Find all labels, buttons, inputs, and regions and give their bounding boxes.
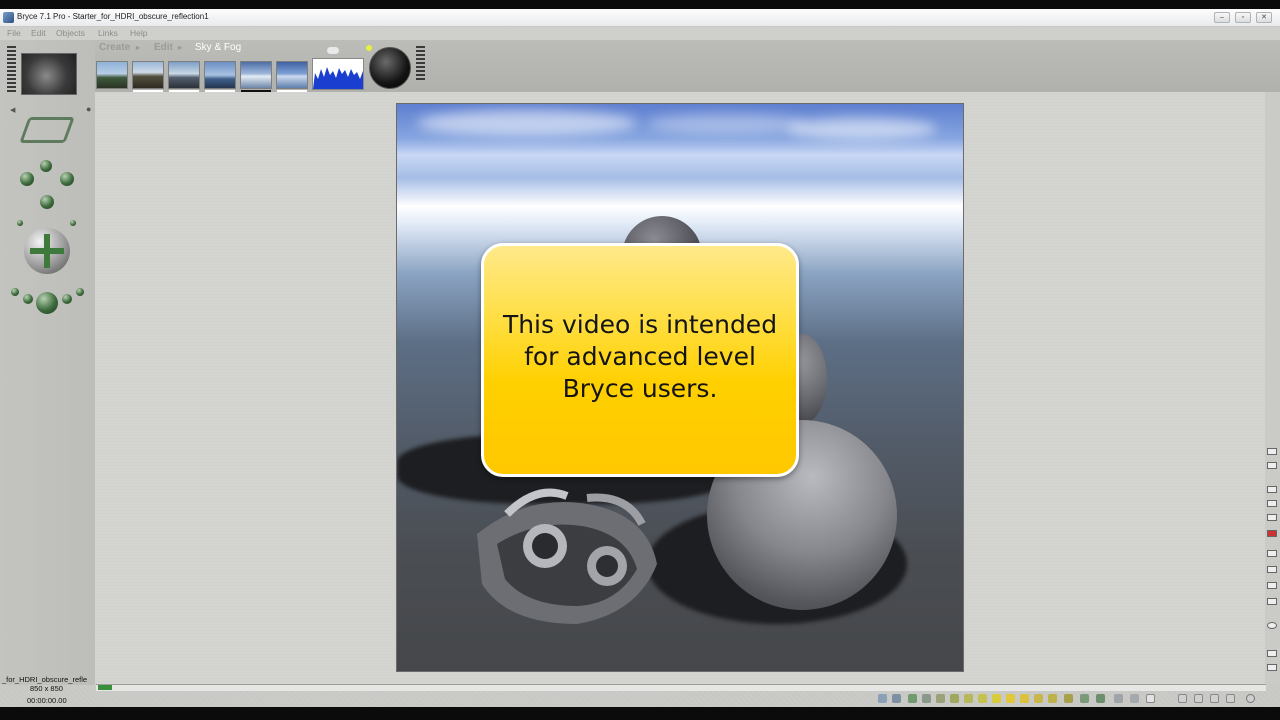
tab-create[interactable]: Create <box>99 42 130 53</box>
letterbox-top <box>0 0 1280 9</box>
memory-dot-icon[interactable] <box>878 694 887 703</box>
view-slider-icon[interactable] <box>7 46 16 94</box>
sky-cloud <box>647 114 807 134</box>
key-icon[interactable] <box>1096 694 1105 703</box>
key-icon[interactable] <box>1020 694 1029 703</box>
sky-preset-thumb[interactable] <box>168 61 200 92</box>
side-tool-icon[interactable] <box>1267 598 1277 605</box>
zoom-dot-icon[interactable] <box>76 288 84 296</box>
side-tool-icon[interactable] <box>1267 582 1277 589</box>
side-tool-icon[interactable] <box>1267 448 1277 455</box>
zoom-dot-icon[interactable] <box>11 288 19 296</box>
status-file-name: _for_HDRI_obscure_refle <box>2 675 88 684</box>
sky-preset-thumb[interactable] <box>276 61 308 92</box>
sun-control-icon[interactable] <box>369 47 411 89</box>
fog-graph[interactable] <box>312 58 364 90</box>
status-time-display: 00:00:00.00 <box>27 696 67 705</box>
status-document-size: 850 x 850 <box>30 684 63 693</box>
key-icon[interactable] <box>992 694 1001 703</box>
side-tool-icon[interactable] <box>1267 500 1277 507</box>
key-icon[interactable] <box>1146 694 1155 703</box>
camera-dot-icon[interactable] <box>17 220 23 226</box>
forward-button-icon[interactable] <box>1226 694 1235 703</box>
close-button[interactable]: ✕ <box>1256 12 1272 23</box>
menu-help[interactable]: Help <box>130 28 147 38</box>
menu-links[interactable]: Links <box>98 28 118 38</box>
animation-timeline[interactable] <box>96 684 1266 691</box>
timeline-scrubber[interactable] <box>98 685 112 690</box>
sky-preset-thumb[interactable] <box>240 61 272 92</box>
options-icon[interactable] <box>1246 694 1255 703</box>
play-button-icon[interactable] <box>1210 694 1219 703</box>
key-icon[interactable] <box>1080 694 1089 703</box>
camera-control-icon[interactable] <box>40 160 52 172</box>
sun-slider-icon[interactable] <box>416 46 425 82</box>
view-left-arrow-icon[interactable]: ◀ <box>10 106 15 114</box>
step-back-button-icon[interactable] <box>1194 694 1203 703</box>
key-icon[interactable] <box>964 694 973 703</box>
camera-control-icon[interactable] <box>60 172 74 186</box>
key-icon[interactable] <box>1048 694 1057 703</box>
side-tool-icon[interactable] <box>1267 566 1277 573</box>
add-key-icon[interactable] <box>908 694 917 703</box>
cloud-icon <box>327 47 339 54</box>
menu-file[interactable]: File <box>7 28 21 38</box>
side-tool-icon[interactable] <box>1267 514 1277 521</box>
sun-indicator-icon <box>366 45 372 51</box>
key-icon[interactable] <box>978 694 987 703</box>
animation-controls <box>878 692 1268 705</box>
sky-preset-thumb[interactable] <box>204 61 236 92</box>
view-dot-icon[interactable]: ● <box>86 104 91 114</box>
minimize-button[interactable]: – <box>1214 12 1230 23</box>
window-title: Bryce 7.1 Pro - Starter_for_HDRI_obscure… <box>17 12 209 21</box>
zoom-dot-icon[interactable] <box>23 294 33 304</box>
sky-preset-thumb[interactable] <box>96 61 128 89</box>
side-tool-icon[interactable] <box>1267 550 1277 557</box>
zoom-dot-icon[interactable] <box>62 294 72 304</box>
key-icon[interactable] <box>1006 694 1015 703</box>
side-tool-icon[interactable] <box>1267 622 1277 629</box>
memory-dot-icon[interactable] <box>892 694 901 703</box>
advanced-notice-callout: This video is intended for advanced leve… <box>481 243 799 477</box>
edit-arrow-icon: ▸ <box>178 43 183 52</box>
zoom-control-icon[interactable] <box>36 292 58 314</box>
key-icon[interactable] <box>1034 694 1043 703</box>
letterbox-bottom <box>0 707 1280 720</box>
trackball-icon[interactable] <box>19 117 75 143</box>
side-tool-icon[interactable] <box>1267 486 1277 493</box>
key-icon[interactable] <box>1114 694 1123 703</box>
key-icon[interactable] <box>950 694 959 703</box>
side-tool-icon[interactable] <box>1267 650 1277 657</box>
title-bar: Bryce 7.1 Pro - Starter_for_HDRI_obscure… <box>0 9 1280 27</box>
camera-view-thumb[interactable] <box>21 53 77 95</box>
side-tool-icon[interactable] <box>1267 664 1277 671</box>
camera-dot-icon[interactable] <box>70 220 76 226</box>
menu-objects[interactable]: Objects <box>56 28 85 38</box>
rewind-button-icon[interactable] <box>1178 694 1187 703</box>
camera-control-icon[interactable] <box>20 172 34 186</box>
remove-key-icon[interactable] <box>922 694 931 703</box>
sky-cloud <box>787 118 937 140</box>
lattice-object <box>477 488 657 624</box>
key-icon[interactable] <box>1064 694 1073 703</box>
maximize-button[interactable]: ▫ <box>1235 12 1251 23</box>
tab-sky-fog[interactable]: Sky & Fog <box>195 42 241 53</box>
bryce-app-icon <box>3 12 14 23</box>
side-tool-icon[interactable] <box>1267 530 1277 537</box>
sky-preset-thumb[interactable] <box>132 61 164 92</box>
sky-cloud <box>417 110 637 136</box>
fog-graph-plot <box>313 67 363 89</box>
right-tool-column <box>1265 92 1280 685</box>
screen: Bryce 7.1 Pro - Starter_for_HDRI_obscure… <box>0 0 1280 720</box>
menu-edit[interactable]: Edit <box>31 28 46 38</box>
tab-edit[interactable]: Edit <box>154 42 173 53</box>
key-icon[interactable] <box>1130 694 1139 703</box>
pan-cross-icon <box>30 248 64 254</box>
key-icon[interactable] <box>936 694 945 703</box>
side-tool-icon[interactable] <box>1267 462 1277 469</box>
menu-bar: File Edit Objects Links Help <box>0 27 1280 40</box>
callout-text: This video is intended for advanced leve… <box>502 310 778 403</box>
create-arrow-icon: ▸ <box>136 43 141 52</box>
camera-control-icon[interactable] <box>40 195 54 209</box>
